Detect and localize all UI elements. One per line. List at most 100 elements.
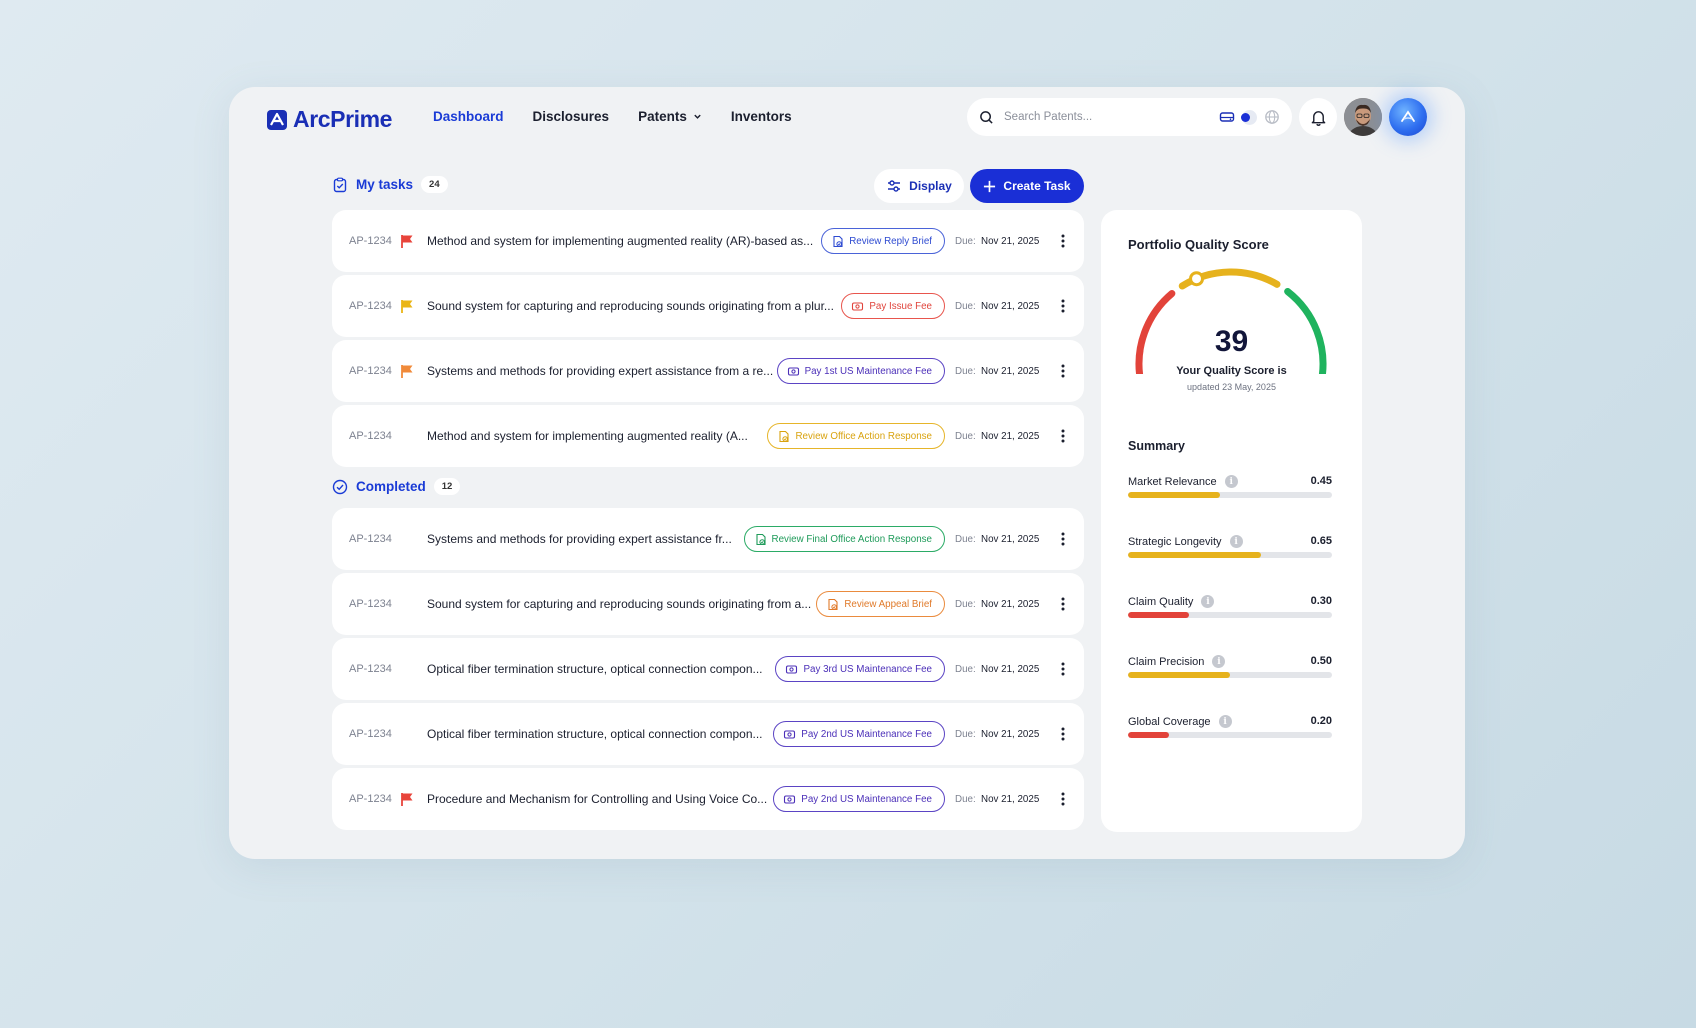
- gauge-marker: [1189, 271, 1205, 287]
- info-icon[interactable]: i: [1201, 595, 1215, 608]
- quality-score-card: Portfolio Quality Score 39 Your Quality …: [1101, 210, 1362, 832]
- more-options-icon[interactable]: [1061, 429, 1065, 443]
- flag-icon[interactable]: [400, 364, 414, 379]
- info-icon[interactable]: i: [1212, 655, 1226, 668]
- globe-icon[interactable]: [1264, 109, 1280, 125]
- task-title[interactable]: Optical fiber termination structure, opt…: [427, 662, 763, 676]
- quality-updated: updated 23 May, 2025: [1187, 382, 1276, 392]
- chevron-down-icon: [694, 114, 701, 119]
- metric-label: Market Relevance: [1128, 475, 1217, 488]
- info-icon[interactable]: i: [1224, 475, 1238, 488]
- summary-metric: Claim Quality i 0.30: [1128, 595, 1332, 625]
- due-date: Nov 21, 2025: [981, 365, 1040, 377]
- money-icon: [852, 301, 864, 311]
- nav-inventors[interactable]: Inventors: [731, 109, 792, 124]
- nav-disclosures[interactable]: Disclosures: [533, 109, 610, 124]
- nav-dashboard[interactable]: Dashboard: [433, 109, 504, 124]
- search-icon: [980, 110, 993, 124]
- flag-icon[interactable]: [400, 792, 414, 807]
- task-type-label: Pay 2nd US Maintenance Fee: [801, 793, 932, 805]
- task-id: AP-1234: [349, 300, 392, 312]
- drive-icon[interactable]: [1219, 109, 1235, 125]
- task-type-tag[interactable]: Pay Issue Fee: [841, 293, 945, 319]
- more-options-icon[interactable]: [1061, 597, 1065, 611]
- due-date: Nov 21, 2025: [981, 430, 1040, 442]
- assistant-icon: [1401, 110, 1415, 122]
- task-title[interactable]: Optical fiber termination structure, opt…: [427, 727, 763, 741]
- task-title[interactable]: Procedure and Mechanism for Controlling …: [427, 792, 767, 806]
- task-id: AP-1234: [349, 365, 392, 377]
- main-nav: Dashboard Disclosures Patents Inventors: [433, 109, 821, 124]
- task-type-tag[interactable]: Review Appeal Brief: [816, 591, 945, 617]
- task-type-tag[interactable]: Pay 2nd US Maintenance Fee: [773, 786, 945, 812]
- nav-disclosures-label: Disclosures: [532, 109, 610, 124]
- flag-icon[interactable]: [400, 299, 414, 314]
- more-options-icon[interactable]: [1061, 234, 1065, 248]
- create-task-label: Create Task: [1003, 179, 1071, 193]
- more-options-icon[interactable]: [1061, 532, 1065, 546]
- summary-metric: Market Relevance i 0.45: [1128, 475, 1332, 505]
- info-icon[interactable]: i: [1218, 715, 1232, 728]
- task-row[interactable]: AP-1234 Sound system for capturing and re…: [332, 275, 1084, 337]
- more-options-icon[interactable]: [1061, 364, 1065, 378]
- task-type-tag[interactable]: Review Office Action Response: [767, 423, 945, 449]
- due-date: Nov 21, 2025: [981, 598, 1040, 610]
- task-type-tag[interactable]: Review Reply Brief: [821, 228, 945, 254]
- due-label: Due:: [955, 365, 976, 377]
- metric-bar: [1128, 732, 1169, 738]
- sliders-icon: [888, 180, 901, 192]
- task-id: AP-1234: [349, 793, 392, 805]
- task-type-tag[interactable]: Pay 2nd US Maintenance Fee: [773, 721, 945, 747]
- task-type-tag[interactable]: Pay 1st US Maintenance Fee: [776, 358, 945, 384]
- due-date: Nov 21, 2025: [981, 300, 1040, 312]
- task-row[interactable]: AP-1234 Method and system for implementin…: [332, 210, 1084, 272]
- task-type-tag[interactable]: Pay 3rd US Maintenance Fee: [775, 656, 945, 682]
- task-title[interactable]: Systems and methods for providing expert…: [427, 532, 732, 546]
- nav-patents[interactable]: Patents: [638, 109, 702, 124]
- task-type-tag[interactable]: Review Final Office Action Response: [743, 526, 945, 552]
- metric-value: 0.20: [1310, 715, 1332, 727]
- task-row[interactable]: AP-1234 Optical fiber termination structu…: [332, 703, 1084, 765]
- search-actions: [1219, 109, 1280, 125]
- ai-assistant-button[interactable]: [1389, 98, 1427, 136]
- metric-track: [1128, 612, 1332, 618]
- more-options-icon[interactable]: [1061, 662, 1065, 676]
- document-icon: [755, 533, 766, 545]
- display-button[interactable]: Display: [874, 169, 964, 203]
- task-row[interactable]: AP-1234 Optical fiber termination structu…: [332, 638, 1084, 700]
- due-label: Due:: [955, 793, 976, 805]
- task-title[interactable]: Method and system for implementing augme…: [427, 234, 813, 248]
- avatar[interactable]: [1344, 98, 1382, 136]
- task-title[interactable]: Systems and methods for providing expert…: [427, 364, 773, 378]
- task-title[interactable]: Sound system for capturing and reproduci…: [427, 299, 834, 313]
- metric-track: [1128, 672, 1332, 678]
- task-row[interactable]: AP-1234 Procedure and Mechanism for Contr…: [332, 768, 1084, 830]
- notifications-button[interactable]: [1299, 98, 1337, 136]
- quality-card-title: Portfolio Quality Score: [1128, 237, 1269, 252]
- task-row[interactable]: AP-1234 Sound system for capturing and re…: [332, 573, 1084, 635]
- task-row[interactable]: AP-1234 Systems and methods for providing…: [332, 508, 1084, 570]
- brand-logo[interactable]: ArcPrime: [267, 106, 392, 133]
- more-options-icon[interactable]: [1061, 727, 1065, 741]
- due-label: Due:: [955, 430, 976, 442]
- metric-value: 0.45: [1310, 475, 1332, 487]
- my-tasks-header: My tasks 24: [332, 176, 448, 193]
- document-icon: [779, 430, 790, 442]
- task-row[interactable]: AP-1234 Systems and methods for providing…: [332, 340, 1084, 402]
- quality-score-label: Your Quality Score is: [1176, 365, 1287, 377]
- due-date: Nov 21, 2025: [981, 663, 1040, 675]
- due-label: Due:: [955, 728, 976, 740]
- task-row[interactable]: AP-1234 Method and system for implementin…: [332, 405, 1084, 467]
- info-icon[interactable]: i: [1229, 535, 1243, 548]
- task-title[interactable]: Method and system for implementing augme…: [427, 429, 748, 443]
- search-input[interactable]: [1004, 111, 1194, 123]
- task-type-label: Pay 2nd US Maintenance Fee: [801, 728, 932, 740]
- metric-value: 0.30: [1310, 595, 1332, 607]
- task-title[interactable]: Sound system for capturing and reproduci…: [427, 597, 811, 611]
- toggle-switch[interactable]: [1241, 112, 1250, 122]
- more-options-icon[interactable]: [1061, 299, 1065, 313]
- more-options-icon[interactable]: [1061, 792, 1065, 806]
- metric-label: Claim Precision: [1128, 655, 1205, 668]
- flag-icon[interactable]: [400, 234, 414, 249]
- create-task-button[interactable]: Create Task: [970, 169, 1084, 203]
